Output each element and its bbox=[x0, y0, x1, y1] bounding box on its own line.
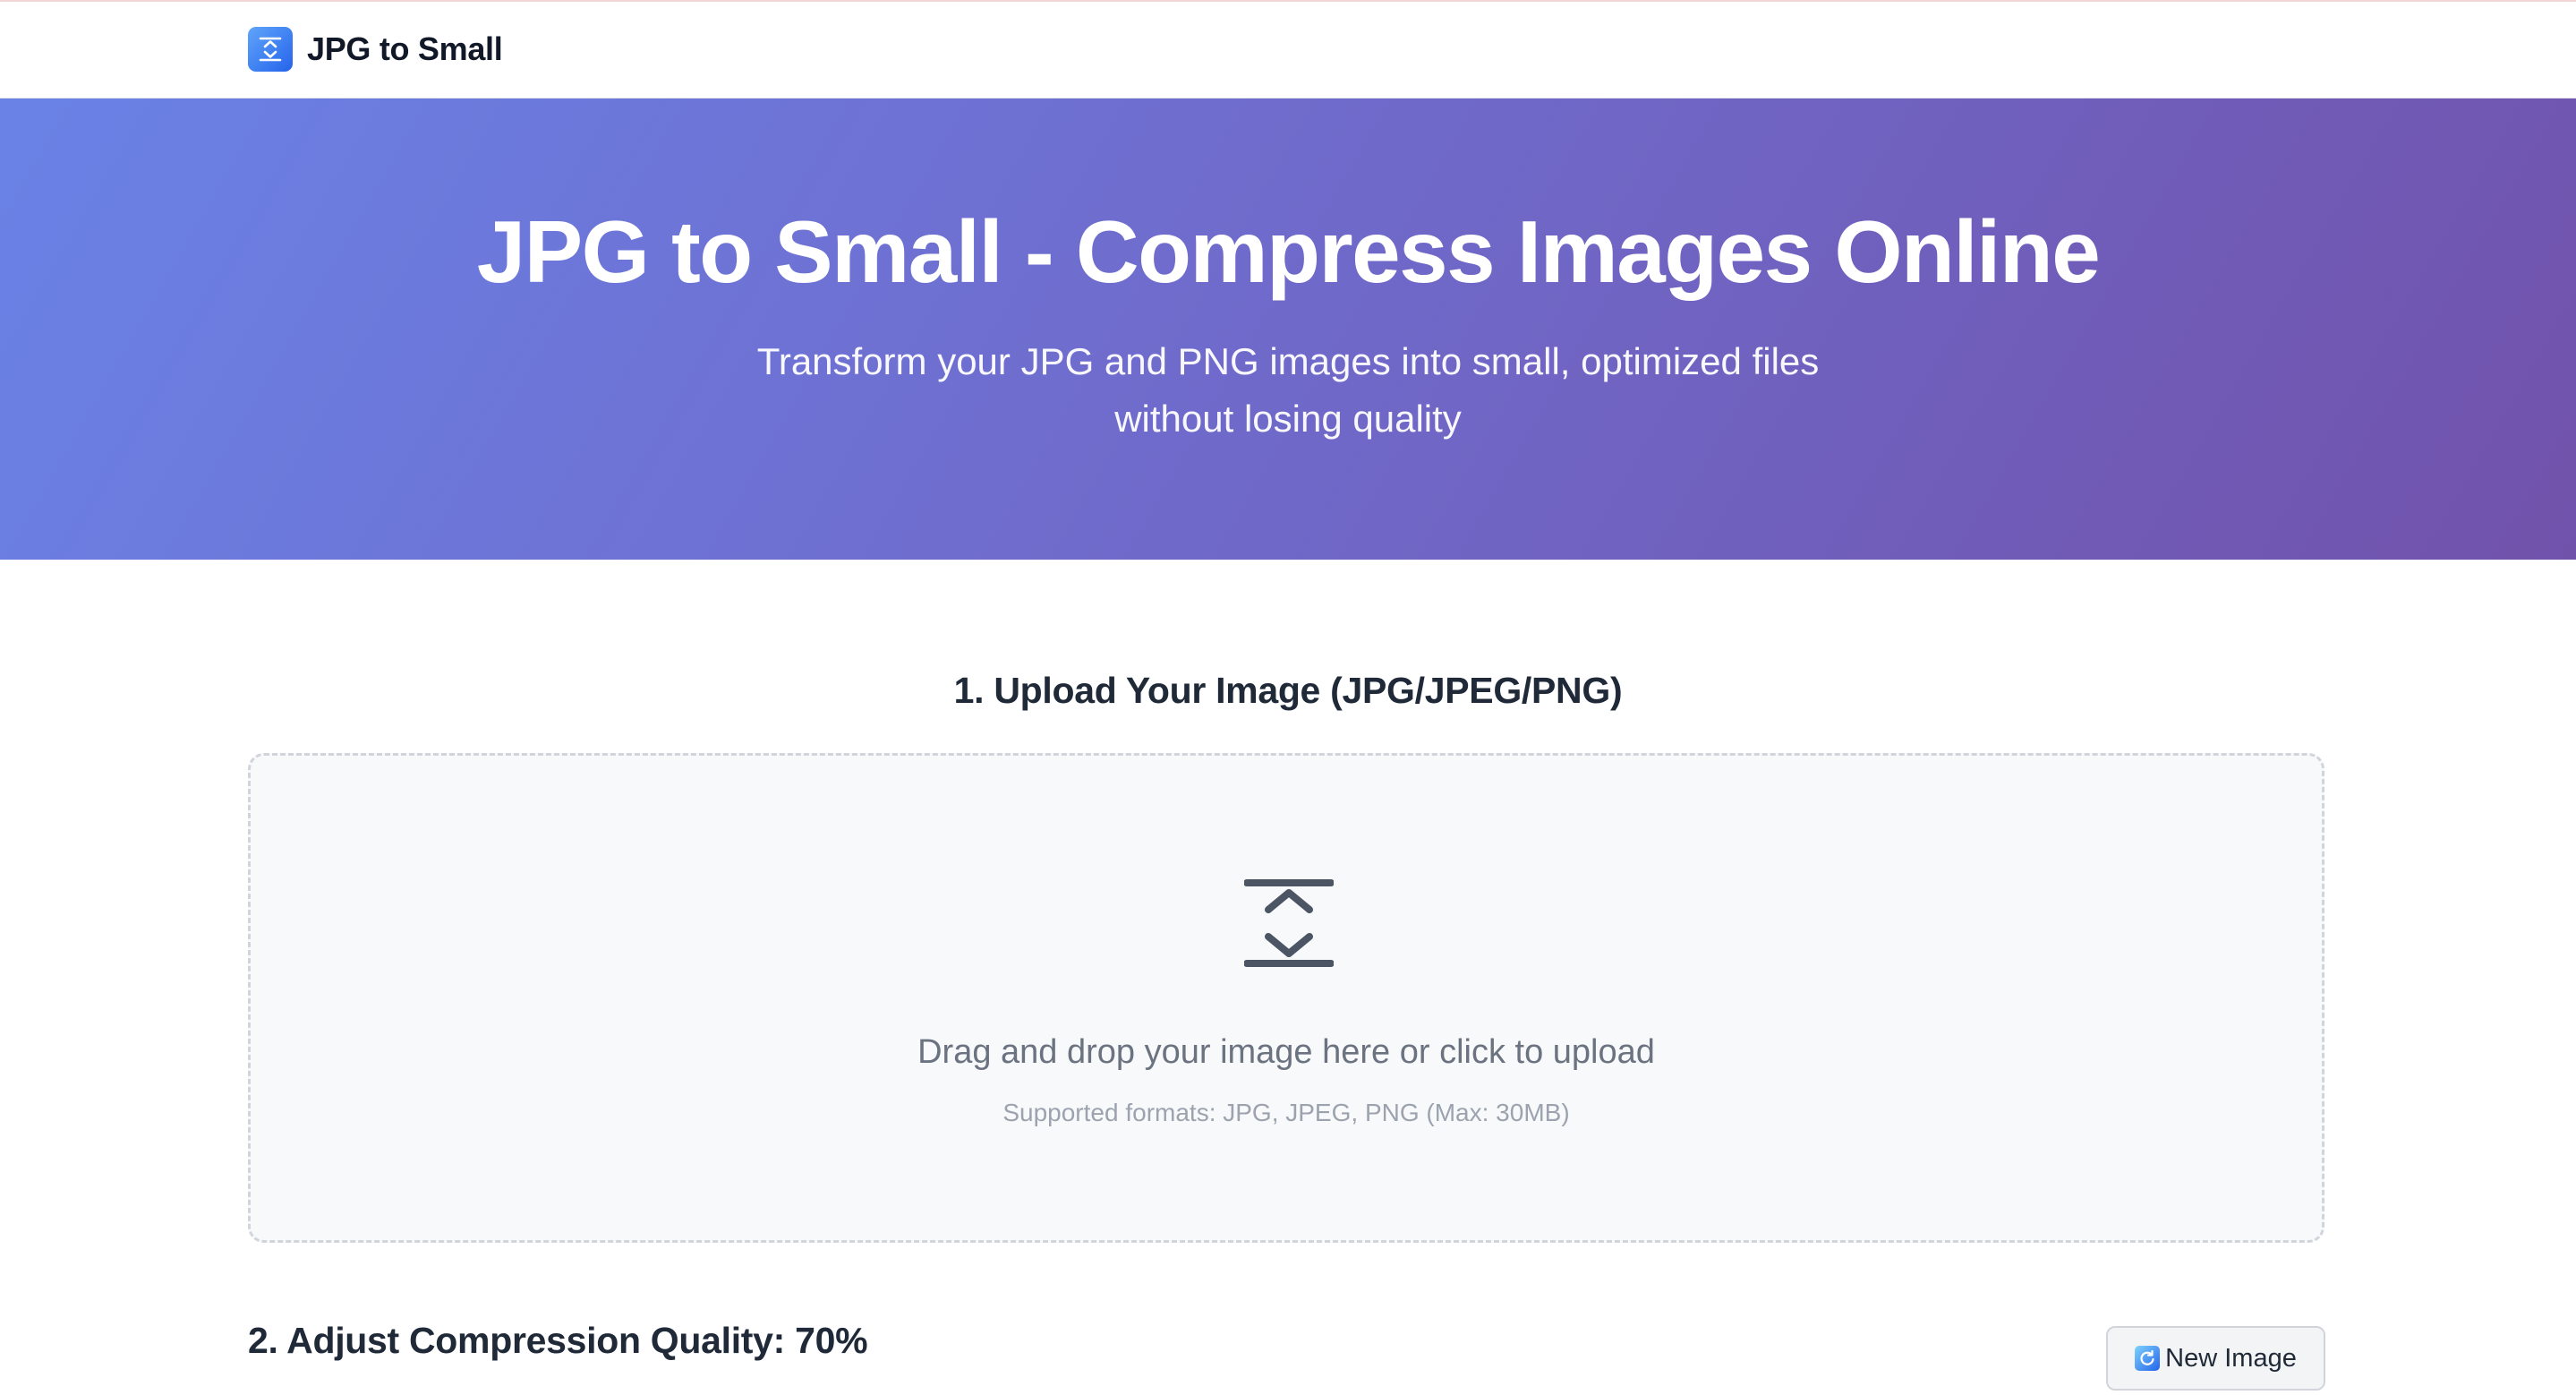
compress-icon bbox=[248, 27, 293, 72]
upload-prompt: Drag and drop your image here or click t… bbox=[917, 1033, 1655, 1071]
new-image-label: New Image bbox=[2165, 1343, 2297, 1373]
navbar: JPG to Small bbox=[0, 2, 2576, 98]
hero-banner: JPG to Small - Compress Images Online Tr… bbox=[0, 98, 2576, 560]
quality-heading: 2. Adjust Compression Quality: 70% bbox=[248, 1320, 868, 1361]
hero-subtitle: Transform your JPG and PNG images into s… bbox=[756, 340, 1820, 440]
refresh-icon bbox=[2135, 1346, 2161, 1371]
upload-heading: 1. Upload Your Image (JPG/JPEG/PNG) bbox=[953, 670, 1623, 711]
upload-dropzone[interactable]: Drag and drop your image here or click t… bbox=[248, 753, 2324, 1243]
supported-formats: Supported formats: JPG, JPEG, PNG (Max: … bbox=[1002, 1099, 1570, 1126]
hero-title: JPG to Small - Compress Images Online bbox=[476, 202, 2101, 301]
brand-link[interactable]: JPG to Small bbox=[248, 27, 503, 72]
compress-icon bbox=[1244, 879, 1334, 967]
brand-name: JPG to Small bbox=[307, 30, 503, 67]
new-image-button[interactable]: New Image bbox=[2106, 1326, 2325, 1391]
